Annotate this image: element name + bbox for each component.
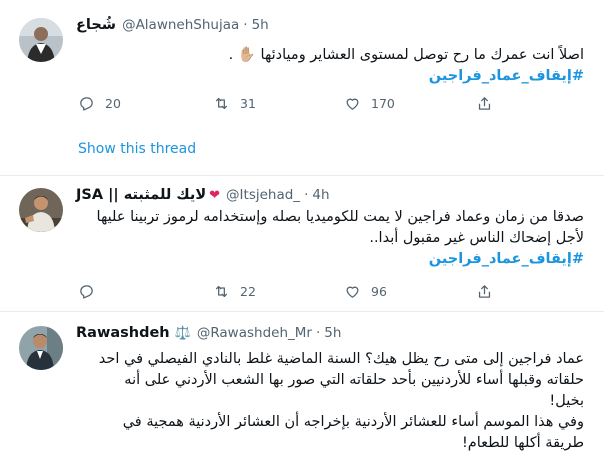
tweet-text-line: حلقاته وقبلها أساء للأردنيين بأحد حلقاته… [124,372,584,388]
reply-count: 20 [105,95,121,111]
display-name[interactable]: Rawashdeh [76,325,170,341]
red-heart-icon: ❤ [209,187,221,203]
avatar-photo [19,326,63,370]
display-name-prefix[interactable]: لايك للمثبته || [108,187,206,203]
tweet-text-line: عماد فراجين إلى متى رح يظل هيك؟ السنة ال… [98,351,584,367]
timestamp[interactable]: 5h [252,17,269,33]
tweet-3[interactable]: Rawashdeh ⚖️ @Rawashdeh_Mr · 5h عماد فرا… [0,312,604,453]
retweet-icon [215,285,228,297]
tweet-header: JSA لايك للمثبته || ❤ @Itsjehad_ · 4h [76,186,330,204]
scales-icon: ⚖️ [174,325,191,341]
avatar-photo [19,188,63,232]
tweet-header: شُجاع @AlawnehShujaa · 5h [76,16,269,34]
reply-icon [80,284,93,299]
avatar[interactable] [19,326,63,370]
reply-button[interactable] [78,281,105,301]
tweet-text-line: لأجل إضحاك الناس غير مقبول أبدا.. [369,230,584,246]
tweet-1[interactable]: شُجاع @AlawnehShujaa · 5h اصلاً انت عمرك… [0,0,604,176]
user-handle[interactable]: @AlawnehShujaa [122,17,239,33]
share-icon [478,284,491,298]
retweet-count: 31 [240,95,256,111]
hashtag-link[interactable]: #إيقاف_عماد_فراجين [76,249,584,270]
user-handle[interactable]: @Itsjehad_ [226,187,300,203]
tweet-actions: 22 96 [78,281,548,301]
tweet-text: صدقا من زمان وعماد فراجين لا يمت للكوميد… [76,207,584,270]
like-count: 170 [371,95,395,111]
like-button[interactable]: 170 [344,93,395,113]
timestamp[interactable]: 4h [312,187,329,203]
share-button[interactable] [476,281,503,301]
tweet-text-line: صدقا من زمان وعماد فراجين لا يمت للكوميد… [96,209,584,225]
tweet-text-line: اصلاً انت عمرك ما رح توصل لمستوى العشاير… [228,47,584,63]
retweet-count: 22 [240,283,256,299]
tweet-text-line: طريقة أكلها للطعام! [461,435,584,451]
like-count: 96 [371,283,387,299]
hashtag-link[interactable]: #إيقاف_عماد_فراجين [76,66,584,87]
tweet-text: اصلاً انت عمرك ما رح توصل لمستوى العشاير… [76,45,584,87]
separator-dot: · [243,17,248,33]
avatar[interactable] [19,18,63,62]
timestamp[interactable]: 5h [324,325,341,341]
show-thread-link[interactable]: Show this thread [78,141,196,157]
retweet-button[interactable]: 31 [213,93,256,113]
retweet-button[interactable]: 22 [213,281,256,301]
display-name[interactable]: شُجاع [76,17,116,33]
tweet-text: عماد فراجين إلى متى رح يظل هيك؟ السنة ال… [76,349,584,453]
reply-icon [80,96,93,111]
user-handle[interactable]: @Rawashdeh_Mr [197,325,312,341]
tweet-2[interactable]: JSA لايك للمثبته || ❤ @Itsjehad_ · 4h صد… [0,176,604,312]
avatar-photo [19,18,63,62]
like-button[interactable]: 96 [344,281,387,301]
separator-dot: · [304,187,309,203]
heart-icon [346,98,359,110]
reply-button[interactable]: 20 [78,93,121,113]
tweet-actions: 20 31 170 [78,93,548,113]
share-icon [478,96,491,110]
tweet-text-line: وفي هذا الموسم أساء للعشائر الأردنية بإخ… [122,414,584,430]
display-name-label[interactable]: JSA [76,187,103,203]
separator-dot: · [315,325,321,341]
avatar[interactable] [19,188,63,232]
share-button[interactable] [476,93,503,113]
heart-icon [346,286,359,298]
tweet-text-line: بخيل! [549,393,584,409]
retweet-icon [215,97,228,109]
tweet-header: Rawashdeh ⚖️ @Rawashdeh_Mr · 5h [76,324,341,342]
